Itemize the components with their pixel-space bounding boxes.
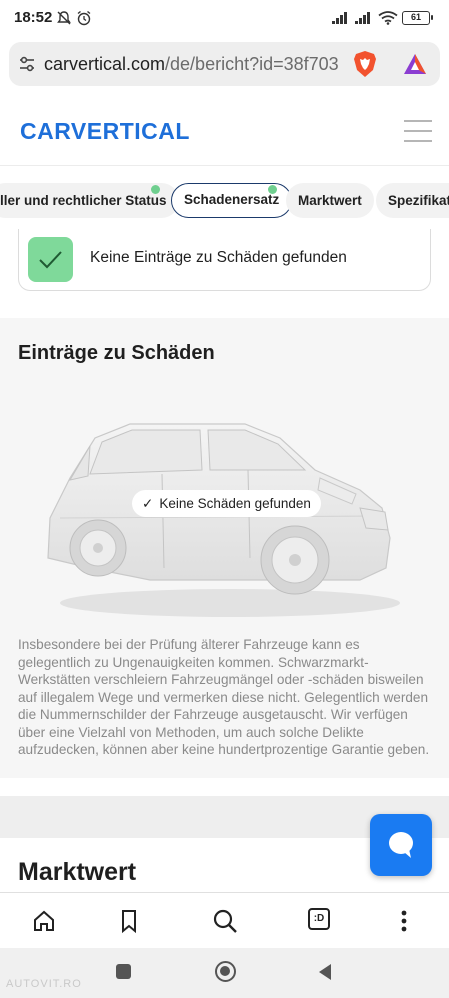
status-time: 18:52 [14,9,53,26]
url-path: /de/bericht?id=38f703 [165,54,339,74]
section-title: Einträge zu Schäden [18,342,215,364]
bookmark-icon[interactable] [115,907,143,935]
home-icon[interactable] [30,907,58,935]
back-icon[interactable] [316,962,334,982]
menu-icon[interactable] [404,120,432,142]
check-icon [39,251,62,269]
signal-icon [332,12,347,24]
signal-icon-2 [355,12,370,24]
tab-switcher-button[interactable]: :D [308,908,330,930]
check-icon: ✓ [142,496,154,511]
disclaimer-text: Insbesondere bei der Prüfung älterer Fah… [18,637,430,757]
carvertical-logo[interactable]: CARVERTICAL [20,118,190,145]
alarm-icon [77,10,91,26]
system-navigation-bar [0,948,449,998]
wifi-icon [378,11,398,25]
success-badge [28,237,73,282]
tab-status-dot [268,185,277,194]
status-bar: 18:52 61 [0,0,449,38]
tab-label: ller und rechtlicher Status [0,193,167,208]
result-text: Keine Einträge zu Schäden gefunden [90,249,347,266]
url-text[interactable]: carvertical.com/de/bericht?id=38f703 [44,54,339,75]
tab-label: Spezifikati [388,193,449,208]
tab-status-dot [151,185,160,194]
mute-bell-icon [57,11,71,25]
url-domain: carvertical.com [44,54,166,74]
home-circle-icon[interactable] [215,961,236,982]
market-value-title: Marktwert [18,858,137,886]
more-options-icon[interactable] [390,907,418,935]
chat-bubble-icon [389,832,413,858]
tab-specifications[interactable]: Spezifikati [376,183,449,218]
watermark: AUTOVIT.RO [6,978,82,990]
recent-apps-icon[interactable] [116,964,131,979]
battery-indicator: 61 [402,11,433,25]
brave-rewards-icon[interactable] [402,52,428,76]
damage-result-card: Keine Einträge zu Schäden gefunden [18,229,431,291]
car-illustration [47,423,400,617]
tab-label: Marktwert [298,193,362,208]
address-bar[interactable]: carvertical.com/de/bericht?id=38f703 [9,42,440,86]
damage-records-section: Einträge zu Schäden ✓ Keine Schäden gefu… [0,318,449,778]
chat-button[interactable] [370,814,432,876]
site-header: CARVERTICAL [0,100,449,166]
badge-label: Keine Schäden gefunden [159,496,311,511]
no-damage-badge: ✓ Keine Schäden gefunden [132,490,321,517]
browser-toolbar: :D [0,892,449,948]
site-settings-icon[interactable] [18,55,36,73]
brave-shields-icon[interactable] [352,50,378,78]
tab-label: Schadenersatz [184,192,280,207]
report-section-tabs: ller und rechtlicher Status Schadenersat… [0,176,449,226]
search-icon[interactable] [211,907,239,935]
tab-market-value[interactable]: Marktwert [286,183,374,218]
